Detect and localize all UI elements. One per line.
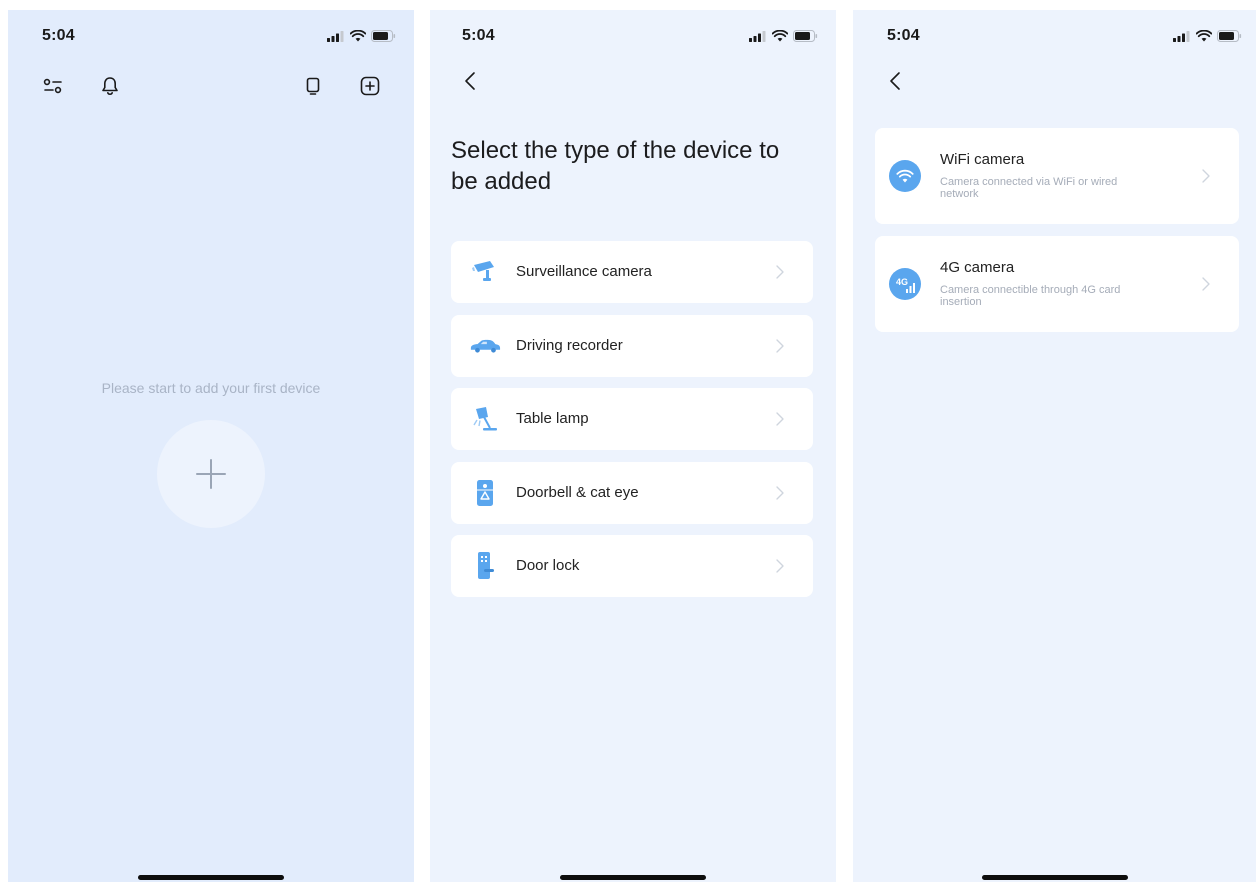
add-first-device-button[interactable] bbox=[157, 420, 265, 528]
device-type-table-lamp[interactable]: Table lamp bbox=[451, 388, 813, 450]
wifi-status-icon bbox=[772, 30, 788, 42]
device-type-door-lock[interactable]: Door lock bbox=[451, 535, 813, 597]
camera-type-screen: 5:04 WiFi camera Camera connected via Wi… bbox=[853, 10, 1256, 882]
car-icon bbox=[469, 330, 501, 362]
device-type-surveillance-camera[interactable]: Surveillance camera bbox=[451, 241, 813, 303]
device-type-list: Surveillance camera Driving recorder Tab… bbox=[451, 241, 813, 609]
status-bar: 5:04 bbox=[853, 10, 1256, 54]
device-type-driving-recorder[interactable]: Driving recorder bbox=[451, 314, 813, 377]
battery-icon bbox=[793, 30, 818, 42]
status-time: 5:04 bbox=[42, 27, 75, 44]
status-bar: 5:04 bbox=[430, 10, 836, 54]
device-view-icon[interactable] bbox=[301, 74, 325, 98]
status-time: 5:04 bbox=[462, 27, 495, 44]
device-type-label: Surveillance camera bbox=[516, 263, 652, 280]
chevron-right-icon bbox=[776, 265, 784, 279]
cellular-signal-icon bbox=[749, 30, 766, 42]
4g-icon: 4G bbox=[889, 268, 921, 300]
chevron-right-icon bbox=[1202, 277, 1210, 291]
camera-type-wifi[interactable]: WiFi camera Camera connected via WiFi or… bbox=[875, 128, 1239, 224]
camera-type-4g[interactable]: 4G 4G camera Camera connectible through … bbox=[875, 236, 1239, 332]
chevron-left-icon bbox=[465, 72, 475, 90]
notification-bell-icon[interactable] bbox=[98, 74, 122, 98]
device-type-label: Driving recorder bbox=[516, 336, 623, 354]
wifi-status-icon bbox=[1196, 30, 1212, 42]
camera-type-title: 4G camera bbox=[940, 259, 1015, 276]
device-type-label: Table lamp bbox=[516, 410, 589, 427]
device-type-doorbell[interactable]: Doorbell & cat eye bbox=[451, 461, 813, 524]
back-button[interactable] bbox=[883, 68, 907, 94]
home-indicator bbox=[560, 875, 706, 880]
cellular-signal-icon bbox=[327, 30, 344, 42]
table-lamp-icon bbox=[469, 403, 501, 435]
home-screen: 5:04 Please start to add your first devi… bbox=[8, 10, 414, 882]
page-title: Select the type of the device to be adde… bbox=[451, 137, 780, 195]
chevron-right-icon bbox=[1202, 169, 1210, 183]
back-button[interactable] bbox=[458, 68, 482, 94]
empty-state-message: Please start to add your first device bbox=[101, 380, 321, 396]
filter-settings-icon[interactable] bbox=[41, 74, 65, 98]
4g-icon-text: 4G bbox=[896, 277, 908, 287]
cellular-signal-icon bbox=[1173, 30, 1190, 42]
status-time: 5:04 bbox=[887, 27, 920, 44]
chevron-right-icon bbox=[776, 338, 784, 353]
chevron-right-icon bbox=[776, 559, 784, 573]
status-bar: 5:04 bbox=[8, 10, 414, 54]
device-type-label: Door lock bbox=[516, 557, 580, 574]
home-indicator bbox=[138, 875, 284, 880]
plus-icon bbox=[196, 459, 226, 489]
surveillance-camera-icon bbox=[469, 256, 501, 288]
select-device-type-screen: 5:04 Select the type of the device to be… bbox=[430, 10, 836, 882]
chevron-right-icon bbox=[776, 485, 784, 500]
camera-type-title: WiFi camera bbox=[940, 151, 1025, 168]
camera-type-description: Camera connectible through 4G card inser… bbox=[940, 284, 1121, 308]
add-device-icon[interactable] bbox=[358, 74, 382, 98]
home-indicator bbox=[981, 875, 1128, 880]
camera-type-description: Camera connected via WiFi or wired netwo… bbox=[940, 176, 1118, 200]
chevron-left-icon bbox=[890, 72, 900, 90]
wifi-icon bbox=[889, 160, 921, 192]
chevron-right-icon bbox=[776, 412, 784, 426]
doorbell-icon bbox=[469, 477, 501, 509]
door-lock-icon bbox=[469, 550, 501, 582]
battery-icon bbox=[1217, 30, 1242, 42]
device-type-label: Doorbell & cat eye bbox=[516, 483, 639, 501]
battery-icon bbox=[371, 30, 396, 42]
wifi-status-icon bbox=[350, 30, 366, 42]
